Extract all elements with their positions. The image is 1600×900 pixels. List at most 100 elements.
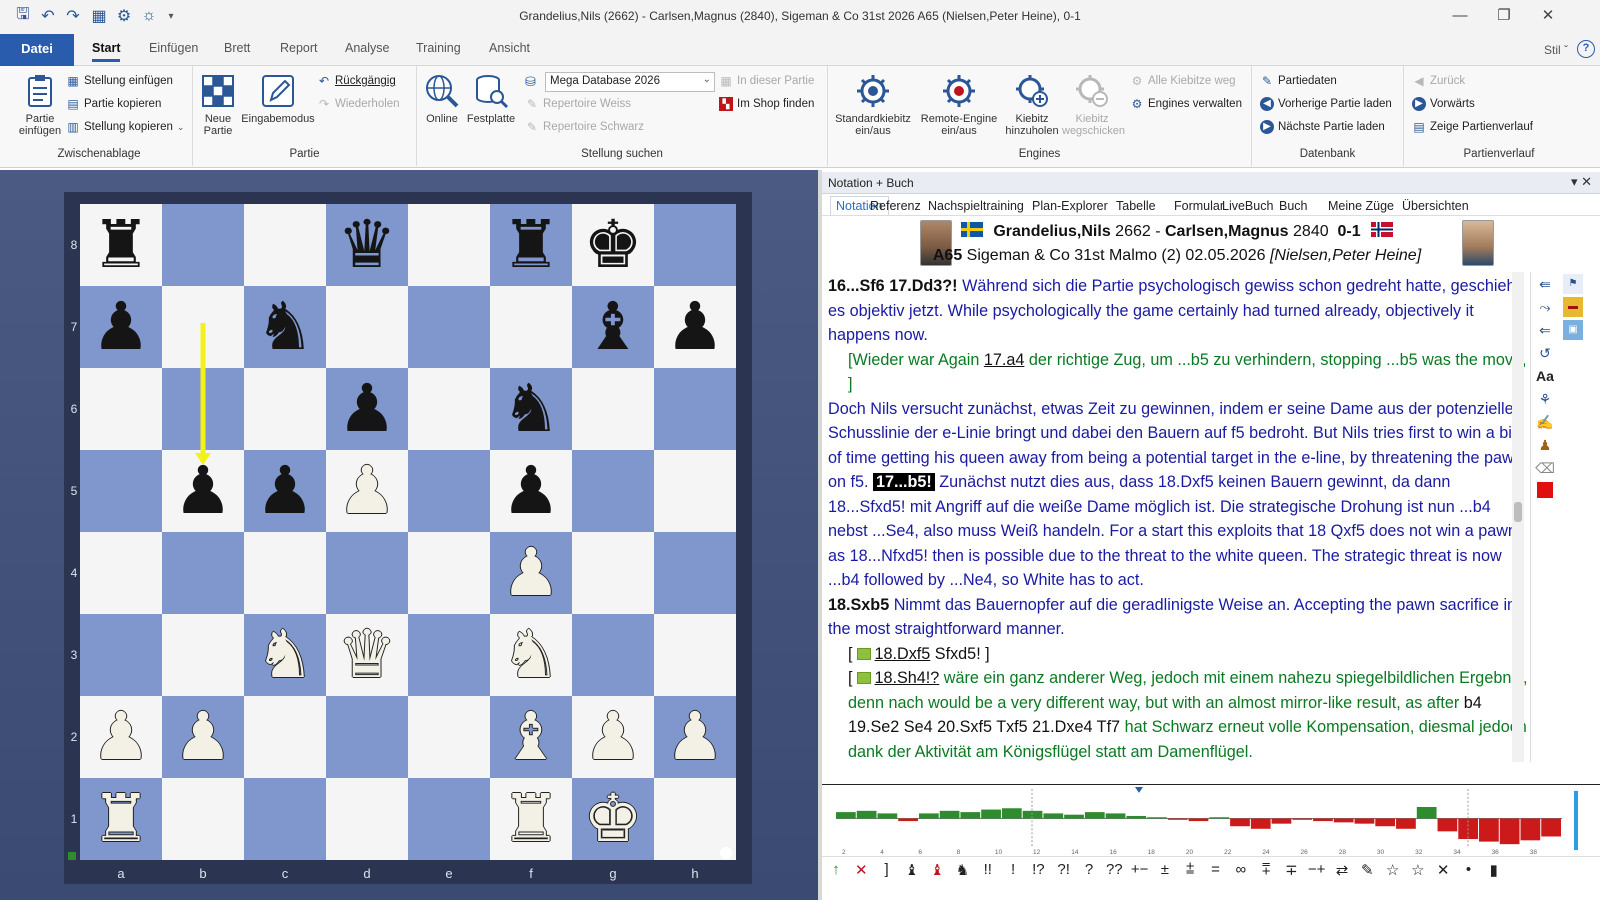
white-pawn-b2[interactable]: ♟ xyxy=(162,696,244,778)
delete-icon[interactable]: ✕ xyxy=(849,861,873,879)
evaluation-graph[interactable]: 2 4 6 8 10 12 14 16 18 20 22 24 26 28 30 32 34 36 38 xyxy=(822,784,1600,856)
dot-icon[interactable]: • xyxy=(1457,861,1481,878)
annotate-icon[interactable]: ✍ xyxy=(1535,412,1555,432)
panel-close-icon[interactable]: ▾ ✕ xyxy=(1571,174,1592,190)
variation-2-moves[interactable]: Sfxd5! ] xyxy=(930,645,990,663)
collapse-variation-icon[interactable] xyxy=(856,672,871,684)
disk-search-button[interactable]: Festplatte xyxy=(465,72,517,125)
edit-icon[interactable]: ✎ xyxy=(1355,861,1379,879)
white-player-name[interactable]: Grandelius,Nils xyxy=(993,223,1110,240)
white-pawn-a2[interactable]: ♟ xyxy=(80,696,162,778)
copy-position-button[interactable]: ▥ Stellung kopieren ⌄ xyxy=(66,120,184,134)
star-icon[interactable]: ☆ xyxy=(1381,861,1405,879)
prev-game-button[interactable]: ◀ Vorherige Partie laden xyxy=(1260,97,1392,111)
black-pawn-c5[interactable]: ♟ xyxy=(244,450,326,532)
variation-move-18-dxf5[interactable]: 18.Dxf5 xyxy=(875,645,931,663)
black-rook-a8[interactable]: ♜ xyxy=(80,204,162,286)
eraser-icon[interactable]: ⌫ xyxy=(1535,458,1555,478)
square-d2[interactable] xyxy=(326,696,408,778)
square-e1[interactable] xyxy=(408,778,490,860)
white-knight-f3[interactable]: ♞ xyxy=(490,614,572,696)
tree-icon[interactable]: ⚘ xyxy=(1535,389,1555,409)
add-kibitz-button[interactable]: Kiebitz hinzuholen xyxy=(1002,72,1062,137)
black-winning-icon[interactable]: +− xyxy=(1128,861,1152,878)
board-view-icon[interactable]: ▣ xyxy=(1563,320,1583,340)
tab-einfuegen[interactable]: Einfügen xyxy=(149,41,198,55)
scrollbar-thumb[interactable] xyxy=(1514,502,1522,522)
white-rook-a1[interactable]: ♜ xyxy=(80,778,162,860)
square-f7[interactable] xyxy=(490,286,572,368)
style-menu[interactable]: Stil ˇ xyxy=(1544,43,1568,57)
square-h6[interactable] xyxy=(654,368,736,450)
square-b4[interactable] xyxy=(162,532,244,614)
tab-brett[interactable]: Brett xyxy=(224,41,250,55)
star-outline-icon[interactable]: ☆ xyxy=(1406,861,1430,879)
next-game-button[interactable]: ▶ Nächste Partie laden xyxy=(1260,120,1385,134)
tab-ansicht[interactable]: Ansicht xyxy=(489,41,530,55)
square-d4[interactable] xyxy=(326,532,408,614)
current-move-17-b5[interactable]: 17...b5! xyxy=(873,473,935,491)
redo-button[interactable]: ↷ Wiederholen xyxy=(317,97,400,111)
show-history-button[interactable]: ▤ Zeige Partienverlauf xyxy=(1412,120,1533,134)
black-king-g8[interactable]: ♚ xyxy=(572,204,654,286)
white-better-icon[interactable]: ⩲ xyxy=(1178,861,1202,878)
move-18-sxb5[interactable]: 18.Sxb5 xyxy=(828,596,889,614)
tab-training[interactable]: Training xyxy=(416,41,461,55)
tab-start[interactable]: Start xyxy=(92,41,121,62)
help-icon[interactable]: ? xyxy=(1577,40,1595,58)
square-e4[interactable] xyxy=(408,532,490,614)
square-a4[interactable] xyxy=(80,532,162,614)
good-icon[interactable]: ! xyxy=(1001,861,1025,878)
history-back-button[interactable]: ◀ Zurück xyxy=(1412,74,1465,88)
all-kibitz-away-button[interactable]: ⚙ Alle Kiebitze weg xyxy=(1130,74,1236,88)
variation-move-18-sh4[interactable]: 18.Sh4!? xyxy=(875,669,940,687)
square-a3[interactable] xyxy=(80,614,162,696)
black-knight-c7[interactable]: ♞ xyxy=(244,286,326,368)
move-16-sf6[interactable]: 16...Sf6 xyxy=(828,277,885,295)
repertoire-black-button[interactable]: ✎ Repertoire Schwarz xyxy=(525,120,644,134)
back-move-icon[interactable]: ⇚ xyxy=(1535,274,1555,294)
black-knight-f6[interactable]: ♞ xyxy=(490,368,572,450)
black-pawn-h7[interactable]: ♟ xyxy=(654,286,736,368)
square-e3[interactable] xyxy=(408,614,490,696)
branch-icon[interactable]: ⤳ xyxy=(1535,297,1555,317)
square-b6[interactable] xyxy=(162,368,244,450)
square-e6[interactable] xyxy=(408,368,490,450)
square-e7[interactable] xyxy=(408,286,490,368)
square-a5[interactable] xyxy=(80,450,162,532)
square-g3[interactable] xyxy=(572,614,654,696)
white-pawn-h2[interactable]: ♟ xyxy=(654,696,736,778)
remove-kibitz-button[interactable]: Kiebitz wegschicken xyxy=(1062,72,1125,137)
bracket-icon[interactable]: ] xyxy=(875,861,899,878)
insert-position-button[interactable]: ▦ Stellung einfügen xyxy=(66,74,173,88)
blunder-icon[interactable]: ?? xyxy=(1102,861,1126,878)
minimize-button[interactable]: — xyxy=(1440,5,1480,27)
black-queen-d8[interactable]: ♛ xyxy=(326,204,408,286)
square-c6[interactable] xyxy=(244,368,326,450)
square-d7[interactable] xyxy=(326,286,408,368)
white-king-g1[interactable]: ♚ xyxy=(572,778,654,860)
copy-game-button[interactable]: ▤ Partie kopieren xyxy=(66,97,161,111)
manage-engines-button[interactable]: ⚙ Engines verwalten xyxy=(1130,97,1242,111)
black-bishop-g7[interactable]: ♝ xyxy=(572,286,654,368)
variation-move-17-a4[interactable]: 17.a4 xyxy=(984,351,1025,369)
notation-scrollbar[interactable] xyxy=(1512,272,1524,762)
new-game-button[interactable]: Neue Partie xyxy=(197,72,239,137)
square-c2[interactable] xyxy=(244,696,326,778)
restore-button[interactable]: ❐ xyxy=(1484,5,1524,27)
square-h5[interactable] xyxy=(654,450,736,532)
panel-tab-übersichten[interactable]: Übersichten xyxy=(1402,199,1469,213)
panel-tab-buch[interactable]: Buch xyxy=(1279,199,1308,213)
square-e5[interactable] xyxy=(408,450,490,532)
mistake-icon[interactable]: ? xyxy=(1077,861,1101,878)
remote-engine-button[interactable]: Remote-Engine ein/aus xyxy=(916,72,1002,137)
square-b7[interactable] xyxy=(162,286,244,368)
square-d1[interactable] xyxy=(326,778,408,860)
black-better-icon[interactable]: ∓ xyxy=(1279,861,1303,879)
black-player-name[interactable]: Carlsen,Magnus xyxy=(1165,223,1289,240)
square-b3[interactable] xyxy=(162,614,244,696)
white-bishop-f2[interactable]: ♝ xyxy=(490,696,572,778)
black-pawn-f5[interactable]: ♟ xyxy=(490,450,572,532)
panel-tab-livebuch[interactable]: LiveBuch xyxy=(1222,199,1273,213)
square-c8[interactable] xyxy=(244,204,326,286)
